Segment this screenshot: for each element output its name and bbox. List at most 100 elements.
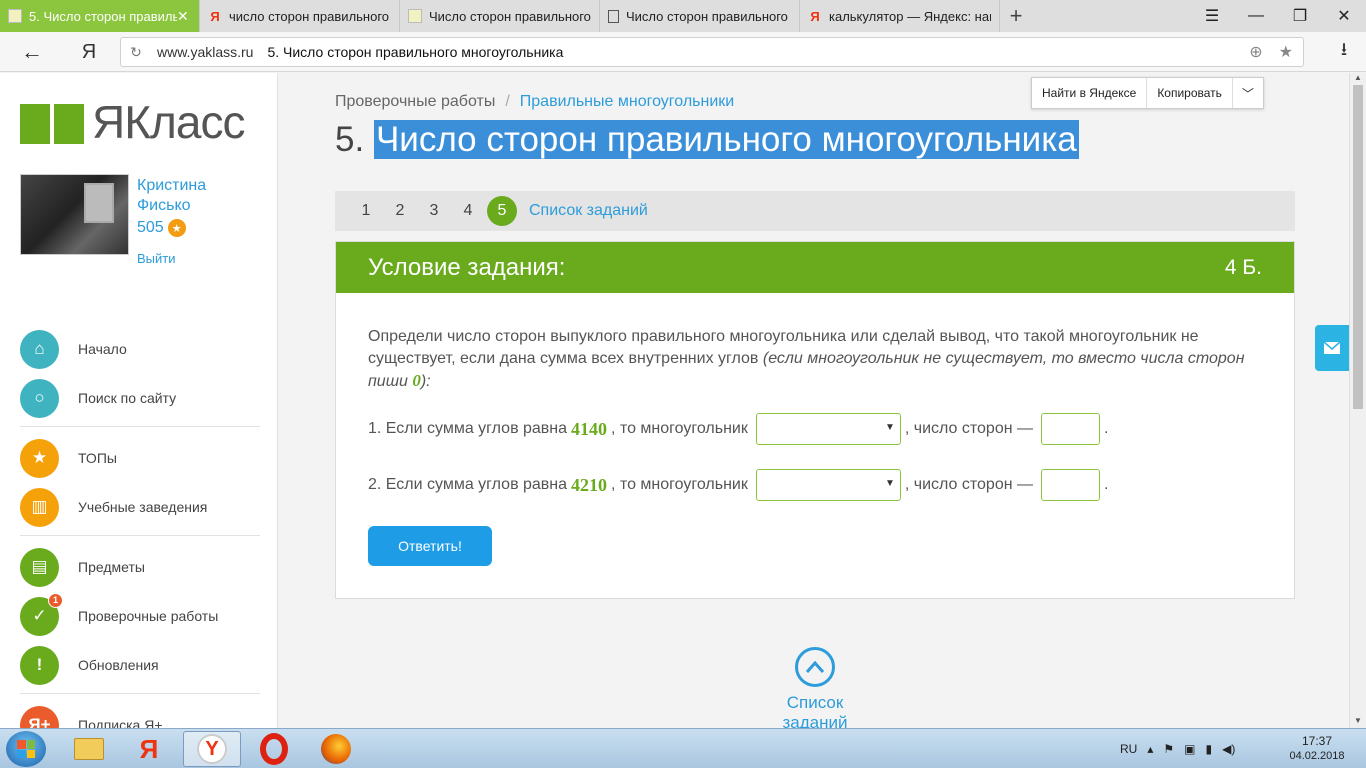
url-field[interactable]: ↻ www.yaklass.ru 5. Число сторон правиль… — [120, 37, 1304, 67]
exclamation-icon: ! — [20, 645, 59, 685]
yandex-icon: Я — [139, 733, 159, 764]
network-signal-icon[interactable]: ▮ — [1205, 742, 1212, 756]
answer-button[interactable]: Ответить! — [368, 526, 492, 566]
tab-title: Число сторон правильного — [626, 8, 788, 24]
tab-yaklass[interactable]: 5. Число сторон правиль ✕ — [0, 0, 200, 32]
task-header-title: Условие задания: — [368, 253, 566, 281]
tab-yandex-search[interactable]: Я число сторон правильного — [200, 0, 400, 32]
sidebar-item-search[interactable]: ○ Поиск по сайту — [20, 378, 260, 418]
yandex-home-icon[interactable]: Я — [78, 38, 100, 66]
minimize-icon[interactable]: — — [1234, 0, 1278, 32]
question-end: . — [1104, 476, 1109, 493]
sidebar-item-subscription[interactable]: Я+ Подписка Я+ — [20, 705, 260, 728]
question-after-select: , число сторон — — [904, 476, 1033, 493]
new-tab-icon[interactable]: + — [1000, 0, 1032, 32]
task-link-4[interactable]: 4 — [451, 202, 485, 220]
device-icon[interactable]: ▣ — [1184, 742, 1195, 756]
opera-taskbar-button[interactable] — [245, 731, 303, 767]
back-arrow-icon[interactable]: ← — [18, 38, 46, 66]
sidebar-item-subjects[interactable]: ▤ Предметы — [20, 547, 260, 587]
chevron-down-icon[interactable]: ﹀ — [1233, 78, 1263, 108]
search-icon: ○ — [20, 378, 59, 418]
sides-count-input[interactable] — [1041, 413, 1100, 445]
firefox-taskbar-button[interactable] — [307, 731, 365, 767]
browser-tab-bar: 5. Число сторон правиль ✕ Я число сторон… — [0, 0, 1366, 32]
coin-star-icon: ★ — [167, 219, 186, 237]
translate-icon[interactable]: ⊕ — [1249, 42, 1262, 62]
check-icon: ✓ 1 — [20, 592, 63, 636]
polygon-exists-select[interactable]: ▼ — [755, 413, 901, 445]
question-row-2: 2. Если сумма углов равна 4210 , то мног… — [368, 469, 1108, 501]
document-favicon-icon — [608, 9, 619, 23]
page-scrollbar[interactable]: ▲ ▼ — [1349, 73, 1366, 728]
sidebar-item-label: Обновления — [78, 657, 159, 673]
breadcrumb-root[interactable]: Проверочные работы — [335, 93, 495, 110]
task-points: 4 Б. — [1224, 255, 1262, 279]
yandex-browser-taskbar-button[interactable]: Y — [183, 731, 241, 767]
question-end: . — [1104, 420, 1109, 437]
scrollbar-thumb[interactable] — [1353, 85, 1363, 409]
task-link-5-active[interactable]: 5 — [487, 196, 517, 226]
tab-green-site[interactable]: Число сторон правильного — [400, 0, 600, 32]
scroll-up-arrow-icon[interactable]: ▲ — [1350, 73, 1366, 85]
angle-sum-value: 4210 — [571, 474, 608, 495]
download-icon[interactable]: ⭳ — [1332, 39, 1356, 64]
explorer-taskbar-button[interactable] — [60, 731, 118, 767]
task-link-3[interactable]: 3 — [417, 202, 451, 220]
book-logo-icon — [20, 100, 84, 144]
user-last-name[interactable]: Фисько — [137, 196, 206, 216]
sidebar-item-label: Учебные заведения — [78, 499, 208, 515]
task-link-1[interactable]: 1 — [349, 202, 383, 220]
logout-link[interactable]: Выйти — [137, 251, 176, 266]
yaklass-logo[interactable]: ЯКласс — [20, 95, 245, 149]
close-tab-icon[interactable]: ✕ — [177, 8, 191, 25]
window-controls: ☰ — ❐ ✕ — [1190, 0, 1366, 32]
opera-icon — [260, 733, 288, 765]
menu-icon[interactable]: ☰ — [1190, 0, 1234, 32]
yandex-taskbar-button[interactable]: Я — [120, 731, 178, 767]
yandex-favicon-icon: Я — [810, 8, 820, 24]
breadcrumb-current[interactable]: Правильные многоугольники — [520, 93, 734, 110]
language-indicator[interactable]: RU — [1120, 742, 1137, 756]
task-link-2[interactable]: 2 — [383, 202, 417, 220]
reload-icon[interactable]: ↻ — [121, 44, 151, 61]
copy-button[interactable]: Копировать — [1147, 78, 1233, 108]
bottom-task-list-link[interactable]: Список заданий — [752, 693, 878, 733]
tab-calculator[interactable]: Я калькулятор — Яндекс: нащ — [800, 0, 1000, 32]
windows-logo-icon — [17, 740, 35, 758]
sidebar-item-label: Поиск по сайту — [78, 390, 177, 406]
tab-title: калькулятор — Яндекс: нащ — [829, 8, 991, 24]
tray-expand-icon[interactable]: ▴ — [1147, 742, 1153, 756]
user-first-name[interactable]: Кристина — [137, 176, 206, 196]
action-center-flag-icon[interactable]: ⚑ — [1163, 742, 1174, 756]
sidebar-item-tops[interactable]: ★ ТОПы — [20, 438, 260, 478]
scroll-down-arrow-icon[interactable]: ▼ — [1350, 716, 1366, 728]
tab-document[interactable]: Число сторон правильного — [600, 0, 800, 32]
question-middle: , то многоугольник — [611, 476, 748, 493]
system-clock[interactable]: 17:37 04.02.2018 — [1284, 734, 1350, 764]
task-list-link[interactable]: Список заданий — [529, 202, 648, 220]
start-button[interactable] — [6, 731, 46, 767]
user-coins[interactable]: 505 ★ — [137, 219, 186, 237]
sidebar-item-institutions[interactable]: ▥ Учебные заведения — [20, 487, 260, 527]
sidebar-item-tests[interactable]: ✓ 1 Проверочные работы — [20, 592, 260, 636]
avatar[interactable] — [20, 174, 129, 255]
home-icon: ⌂ — [20, 329, 59, 369]
polygon-exists-select[interactable]: ▼ — [755, 469, 901, 501]
find-in-yandex-button[interactable]: Найти в Яндексе — [1032, 78, 1148, 108]
volume-icon[interactable]: ◀) — [1222, 742, 1235, 756]
dropdown-arrow-icon: ▼ — [884, 422, 895, 433]
close-window-icon[interactable]: ✕ — [1322, 0, 1366, 32]
title-text-selected[interactable]: Число сторон правильного многоугольника — [373, 120, 1079, 159]
bookmark-star-icon[interactable]: ★ — [1279, 42, 1293, 62]
sides-count-input[interactable] — [1041, 469, 1100, 501]
sidebar-item-updates[interactable]: ! Обновления — [20, 645, 260, 685]
yaklass-favicon-icon — [8, 9, 22, 23]
clock-date: 04.02.2018 — [1289, 750, 1345, 762]
sidebar-item-label: Подписка Я+ — [78, 717, 163, 728]
scroll-up-circle-icon[interactable] — [795, 647, 835, 687]
user-name[interactable]: Кристина Фисько — [137, 176, 206, 216]
restore-icon[interactable]: ❐ — [1278, 0, 1322, 32]
sidebar-item-home[interactable]: ⌂ Начало — [20, 329, 260, 369]
feedback-mail-icon[interactable] — [1315, 325, 1349, 371]
